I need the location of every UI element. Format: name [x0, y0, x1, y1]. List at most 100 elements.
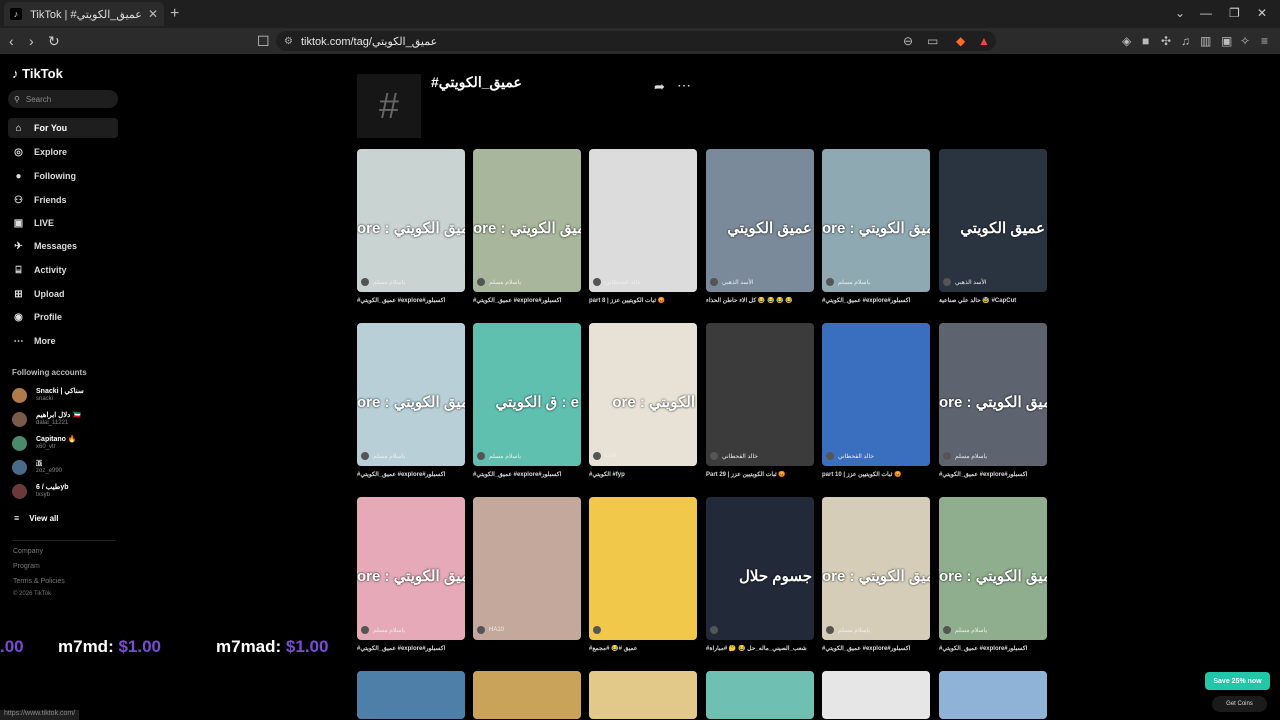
video-card[interactable]: خالد القحطاني	[706, 323, 814, 466]
site-info-icon[interactable]: ⚙	[284, 36, 293, 47]
following-account[interactable]: دلال ابراهيم 🇰🇼 dalal_11221	[12, 407, 122, 431]
video-author[interactable]: Lsf4	[593, 452, 616, 460]
share-icon[interactable]: ➦	[654, 79, 665, 95]
zoom-icon[interactable]: ⊖	[903, 34, 913, 48]
address-bar[interactable]: ⚙ tiktok.com/tag/عميق_الكويتي	[276, 31, 996, 51]
video-caption[interactable]: #عميق_الكويتي #explore#اكسبلور	[357, 645, 465, 652]
following-account[interactable]: 🇧 zoz_e990	[12, 455, 122, 479]
following-account[interactable]: Capitano 🔥 x60_vtr	[12, 431, 122, 455]
video-caption[interactable]: #عميق #😂 #مجمع	[589, 645, 697, 652]
minimize-button[interactable]: —	[1200, 6, 1212, 20]
view-all-button[interactable]: ≡ View all	[14, 513, 58, 523]
video-author[interactable]: الأسد الذهبي	[710, 278, 754, 286]
video-card[interactable]	[357, 671, 465, 719]
video-author[interactable]: ياسلام مسلم	[943, 626, 987, 634]
sidebar-icon[interactable]: ▥	[1200, 34, 1211, 48]
nav-item-more[interactable]: ⋯ More	[8, 331, 118, 351]
video-author[interactable]	[710, 626, 722, 634]
video-card[interactable]: خالد القحطاني	[822, 323, 930, 466]
cast-icon[interactable]: ▭	[927, 34, 938, 48]
video-card[interactable]	[589, 671, 697, 719]
video-caption[interactable]: #شعب_الصيني_ماله_حل 😂 🤔 #مباراة	[706, 645, 814, 652]
footer-company[interactable]: Company	[13, 548, 43, 555]
video-caption[interactable]: part 8 | ثبات الكويتيين عزز 😡	[589, 297, 697, 304]
back-button[interactable]: ‹	[9, 33, 14, 49]
menu-icon[interactable]: ≡	[1261, 34, 1268, 48]
maximize-button[interactable]: ❐	[1229, 6, 1240, 20]
video-author[interactable]: ياسلام مسلم	[477, 278, 521, 286]
browser-tab[interactable]: ♪ TikTok | #عميق_الكويتي ✕	[4, 2, 164, 26]
nav-item-explore[interactable]: ◎ Explore	[8, 142, 118, 162]
video-author[interactable]: الأسد الذهبي	[943, 278, 987, 286]
video-card[interactable]: ore : عميق الكويتي ياسلام مسلم	[939, 323, 1047, 466]
video-caption[interactable]: #الكويتي #fyp	[589, 471, 697, 478]
video-caption[interactable]: #عميق_الكويتي #explore#اكسبلور	[939, 645, 1047, 652]
video-author[interactable]: ياسلام مسلم	[361, 626, 405, 634]
nav-item-profile[interactable]: ◉ Profile	[8, 307, 118, 327]
video-card[interactable]: ore : عميق الكويتي ياسلام مسلم	[822, 497, 930, 640]
get-coins-button[interactable]: Get Coins	[1212, 696, 1267, 712]
video-card[interactable]: ore : عميق الكويتي ياسلام مسلم	[357, 149, 465, 292]
video-card[interactable]: خالد القحطاني	[589, 149, 697, 292]
search-input[interactable]: ⚲ Search	[8, 90, 118, 108]
video-author[interactable]: HA10	[477, 626, 504, 634]
tiktok-logo[interactable]: ♪ TikTok	[12, 66, 63, 81]
video-author[interactable]: خالد القحطاني	[593, 278, 641, 286]
video-author[interactable]: ياسلام مسلم	[826, 626, 870, 634]
video-card[interactable]: ق الكويتي : e ياسلام مسلم	[473, 323, 581, 466]
nav-item-following[interactable]: ● Following	[8, 166, 118, 186]
vpn-icon[interactable]: ◈	[1122, 34, 1131, 48]
video-caption[interactable]: #عميق_الكويتي #explore#اكسبلور	[357, 297, 465, 304]
nav-item-activity[interactable]: ⌸ Activity	[8, 260, 118, 280]
more-options-icon[interactable]: ⋯	[677, 77, 691, 94]
reload-button[interactable]: ↻	[48, 33, 60, 50]
video-card[interactable]: عميق الكويتي الأسد الذهبي	[706, 149, 814, 292]
music-icon[interactable]: ♫	[1181, 34, 1190, 48]
video-author[interactable]: ياسلام مسلم	[361, 278, 405, 286]
video-card[interactable]: HA10	[473, 497, 581, 640]
nav-item-for-you[interactable]: ⌂ For You	[8, 118, 118, 138]
video-card[interactable]: ore : الكويتي Lsf4	[589, 323, 697, 466]
video-card[interactable]	[589, 497, 697, 640]
following-account[interactable]: Snacki | سناكي snacki	[12, 383, 122, 407]
video-card[interactable]	[822, 671, 930, 719]
video-card[interactable]: جسوم حلال	[706, 497, 814, 640]
video-card[interactable]: ore : عميق الكويتي ياسلام مسلم	[473, 149, 581, 292]
bookmark-icon[interactable]: ☐	[257, 33, 270, 50]
video-author[interactable]	[593, 626, 605, 634]
leo-icon[interactable]: ✧	[1240, 34, 1250, 48]
nav-item-live[interactable]: ▣ LIVE	[8, 213, 118, 233]
tab-search-icon[interactable]: ⌄	[1175, 6, 1185, 20]
nav-item-messages[interactable]: ✈ Messages	[8, 236, 118, 256]
video-caption[interactable]: #عميق_الكويتي #explore#اكسبلور	[357, 471, 465, 478]
video-caption[interactable]: كل الاء حاطن الحذاء 😂 😂 😂 😂	[706, 297, 814, 304]
video-author[interactable]: ياسلام مسلم	[943, 452, 987, 460]
video-caption[interactable]: #عميق_الكويتي #explore#اكسبلور	[939, 471, 1047, 478]
video-card[interactable]	[473, 671, 581, 719]
new-tab-button[interactable]: +	[170, 5, 179, 23]
video-card[interactable]: ore : عميق الكويتي ياسلام مسلم	[357, 323, 465, 466]
video-card[interactable]: ore : عميق الكويتي ياسلام مسلم	[822, 149, 930, 292]
save-offer-button[interactable]: Save 25% now	[1205, 672, 1270, 690]
footer-terms[interactable]: Terms & Policies	[13, 578, 65, 585]
following-account[interactable]: طيب / 6yb txsyb	[12, 479, 122, 503]
extension-icon[interactable]: ■	[1142, 34, 1149, 48]
video-author[interactable]: ياسلام مسلم	[826, 278, 870, 286]
video-card[interactable]	[939, 671, 1047, 719]
video-author[interactable]: خالد القحطاني	[710, 452, 758, 460]
video-caption[interactable]: part 10 | ثبات الكويتيين عزز 😡	[822, 471, 930, 478]
video-author[interactable]: ياسلام مسلم	[477, 452, 521, 460]
video-author[interactable]: خالد القحطاني	[826, 452, 874, 460]
nav-item-upload[interactable]: ⊞ Upload	[8, 284, 118, 304]
video-card[interactable]	[706, 671, 814, 719]
forward-button[interactable]: ›	[29, 33, 34, 49]
video-caption[interactable]: Part 29 | ثبات الكويتيين عزز 😡	[706, 471, 814, 478]
video-caption[interactable]: #عميق_الكويتي #explore#اكسبلور	[822, 297, 930, 304]
nav-item-friends[interactable]: ⚇ Friends	[8, 190, 118, 210]
wallet-icon[interactable]: ▣	[1221, 34, 1232, 48]
video-card[interactable]: ore : عميق الكويتي ياسلام مسلم	[357, 497, 465, 640]
video-caption[interactable]: حالد علي صناعية 🥸 #CapCut	[939, 297, 1047, 304]
puzzle-icon[interactable]: ✣	[1161, 34, 1171, 48]
close-tab-icon[interactable]: ✕	[148, 7, 158, 21]
footer-program[interactable]: Program	[13, 563, 40, 570]
